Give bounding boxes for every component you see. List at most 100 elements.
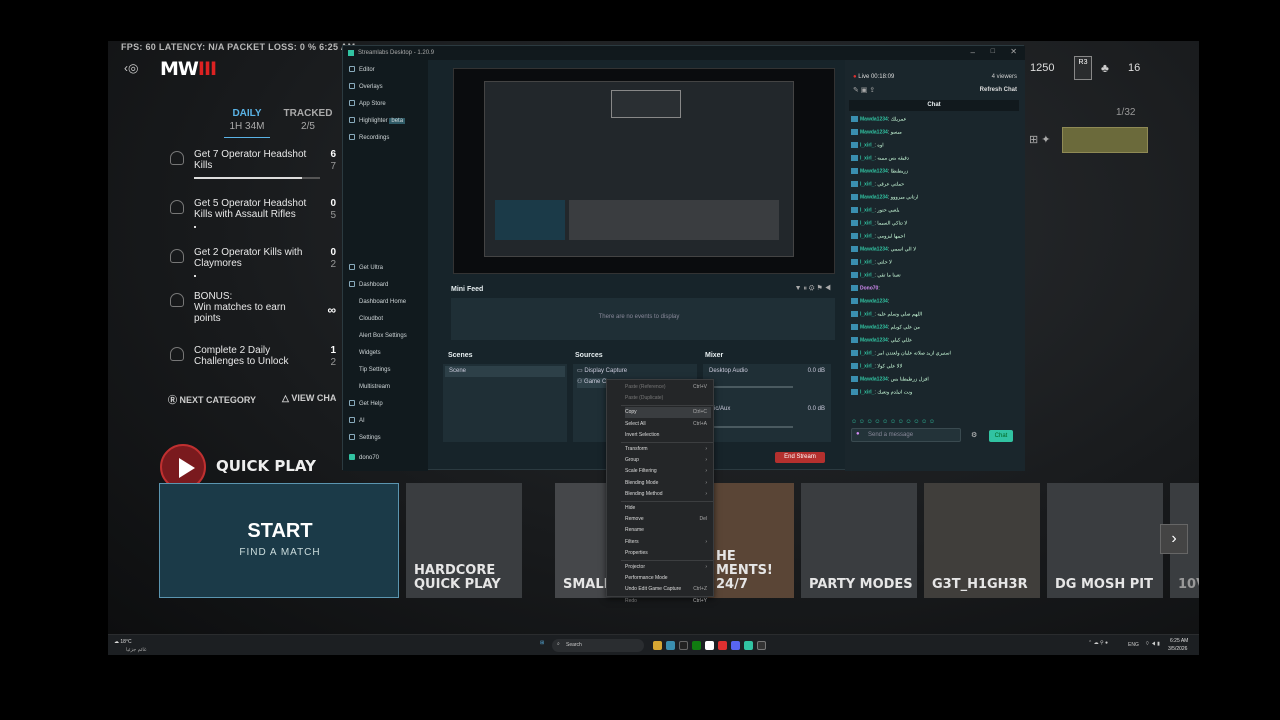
menu-item-properties[interactable]: Properties [625, 548, 711, 559]
app-icon[interactable] [718, 641, 727, 650]
challenge-item[interactable]: BONUS: Win matches to earn points ∞ [160, 291, 340, 335]
volume-slider[interactable] [709, 386, 793, 388]
menu-item-hide[interactable]: Hide [625, 503, 711, 514]
menu-item-remove[interactable]: Remove Del [625, 514, 711, 525]
chat-send-button[interactable]: Chat [989, 430, 1013, 442]
chat-username[interactable]: Mawda1234 [860, 116, 888, 122]
chat-username[interactable]: l_xirl_ [860, 389, 874, 395]
back-icon[interactable]: ‹◎ [124, 61, 138, 75]
nav-tip-settings[interactable]: Tip Settings [359, 364, 390, 376]
nav-multistream[interactable]: Multistream [359, 381, 390, 393]
discord-icon[interactable] [731, 641, 740, 650]
chat-username[interactable]: Mawda1234 [860, 337, 888, 343]
app-icon[interactable] [757, 641, 766, 650]
chat-username[interactable]: l_xirl_ [860, 272, 874, 278]
chat-input[interactable]: Send a message ● [851, 428, 961, 442]
minimize-icon[interactable]: – [971, 48, 975, 57]
tray-icons[interactable]: ⌃ ☁ ⚲ ● [1088, 640, 1108, 646]
nav-recordings[interactable]: Recordings [349, 132, 389, 144]
clock-time[interactable]: 6:25 AM [1170, 638, 1188, 644]
taskbar-search[interactable]: Search ⌕ [552, 639, 644, 652]
chat-username[interactable]: Mawda1234 [860, 376, 888, 382]
maximize-icon[interactable]: □ [991, 48, 995, 55]
chat-username[interactable]: l_xirl_ [860, 220, 874, 226]
start-tile[interactable]: START FIND A MATCH [159, 483, 399, 598]
chat-username[interactable]: Mawda1234 [860, 129, 888, 135]
menu-item-paste-duplicate[interactable]: Paste (Duplicate) [625, 393, 711, 404]
nav-overlays[interactable]: Overlays [349, 81, 383, 93]
challenge-item[interactable]: Get 5 Operator Headshot Kills with Assau… [160, 198, 340, 242]
party-icon[interactable]: ♣ [1101, 61, 1109, 75]
chat-username[interactable]: l_xirl_ [860, 363, 874, 369]
chat-username[interactable]: l_xirl_ [860, 142, 874, 148]
nav-cloudbot[interactable]: Cloudbot [359, 313, 383, 325]
nav-editor[interactable]: Editor [349, 64, 375, 76]
playlist-tile[interactable]: HE MENTS! 24/7 [708, 483, 794, 598]
tab-daily[interactable]: DAILY 1H 34M [222, 108, 272, 132]
app-icon[interactable] [705, 641, 714, 650]
menu-item-select-all[interactable]: Select All Ctrl+A [625, 419, 711, 430]
emote-bar[interactable]: ☺ ☺ ☺ ☺ ☺ ☺ ☺ ☺ ☺ ☺ ☺ [851, 419, 1015, 426]
menu-item-group[interactable]: Group › [625, 455, 711, 466]
chat-username[interactable]: Mawda1234 [860, 298, 888, 304]
playlist-tile[interactable]: PARTY MODES [801, 483, 917, 598]
chat-username[interactable]: l_xirl_ [860, 259, 874, 265]
network-volume-icon[interactable]: ⌔ ◀ ▮ [1145, 641, 1160, 647]
menu-item-scale-filtering[interactable]: Scale Filtering › [625, 466, 711, 477]
source-item[interactable]: ▭ Display Capture [577, 367, 627, 374]
language-indicator[interactable]: ENG [1128, 642, 1139, 648]
menu-item-rename[interactable]: Rename [625, 525, 711, 536]
chat-username[interactable]: Mawda1234 [860, 194, 888, 200]
chat-username[interactable]: l_xirl_ [860, 311, 874, 317]
menu-item-transform[interactable]: Transform › [625, 444, 711, 455]
feed-controls-icon[interactable]: ▼ ⏸ ⚙ ⚑ ◀ [795, 284, 831, 293]
chat-username[interactable]: Mawda1234 [860, 246, 888, 252]
nav-dashboard-home[interactable]: Dashboard Home [359, 296, 406, 308]
nav-app-store[interactable]: App Store [349, 98, 386, 110]
controller-icon[interactable]: ⊞ ✦ [1029, 133, 1051, 146]
nav-alert-box[interactable]: Alert Box Settings [359, 330, 407, 342]
chat-username[interactable]: l_xirl_ [860, 181, 874, 187]
challenge-item[interactable]: Complete 2 Daily Challenges to Unlock 1 … [160, 345, 340, 389]
refresh-chat-button[interactable]: Refresh Chat [980, 87, 1017, 93]
volume-slider[interactable] [709, 426, 793, 428]
chat-tools-icon[interactable]: ✎ ▣ ⇪ [853, 86, 875, 94]
menu-item-undo-edit-game-capture[interactable]: Undo Edit Game Capture Ctrl+Z [625, 584, 711, 595]
featured-thumb[interactable] [1062, 127, 1148, 153]
chat-username[interactable]: l_xirl_ [860, 155, 874, 161]
chat-username[interactable]: Dono70 [860, 285, 878, 291]
chat-username[interactable]: Mawda1234 [860, 324, 888, 330]
challenge-item[interactable]: Get 7 Operator Headshot Kills 6 7 [160, 149, 340, 193]
menu-item-blending-method[interactable]: Blending Method › [625, 489, 711, 500]
explorer-icon[interactable] [653, 641, 662, 650]
rank-badge[interactable]: R3 [1074, 56, 1092, 80]
menu-item-copy[interactable]: Copy Ctrl+C [625, 407, 711, 419]
menu-item-performance-mode[interactable]: Performance Mode [625, 573, 711, 584]
playlist-tile[interactable]: G3T_H1GH3R [924, 483, 1040, 598]
tab-tracked[interactable]: TRACKED 2/5 [282, 108, 334, 132]
view-challenges-button[interactable]: △ VIEW CHA [282, 393, 336, 404]
nav-get-help[interactable]: Get Help [349, 398, 383, 410]
source-item[interactable]: ⚇ Game C [577, 378, 607, 388]
nav-get-ultra[interactable]: Get Ultra [349, 262, 383, 274]
menu-item-filters[interactable]: Filters › [625, 537, 711, 548]
menu-item-blending-mode[interactable]: Blending Mode › [625, 478, 711, 489]
nav-highlighter[interactable]: Highlighter beta [349, 115, 406, 127]
menu-item-projector[interactable]: Projector › [625, 562, 711, 573]
end-stream-button[interactable]: End Stream [775, 452, 825, 463]
chat-username[interactable]: Mawda1234 [860, 168, 888, 174]
next-category-button[interactable]: Ⓡ NEXT CATEGORY [168, 393, 256, 406]
nav-user[interactable]: dono70 [349, 452, 379, 464]
stream-preview[interactable] [453, 68, 835, 274]
playlist-tile[interactable]: DG MOSH PIT [1047, 483, 1163, 598]
nav-settings[interactable]: Settings [349, 432, 381, 444]
clock-date[interactable]: 3/5/2026 [1168, 646, 1187, 652]
streamlabs-taskbar-icon[interactable] [744, 641, 753, 650]
nav-widgets[interactable]: Widgets [359, 347, 381, 359]
challenge-item[interactable]: Get 2 Operator Kills with Claymores 0 2 [160, 247, 340, 291]
menu-item-invert-selection[interactable]: Invert Selection [625, 430, 711, 441]
nav-ai[interactable]: AI [349, 415, 365, 427]
weather-widget[interactable]: ☁ 18°C [114, 639, 132, 645]
playlist-tile[interactable]: HARDCORE QUICK PLAY [406, 483, 522, 598]
start-icon[interactable]: ⊞ [540, 640, 544, 646]
